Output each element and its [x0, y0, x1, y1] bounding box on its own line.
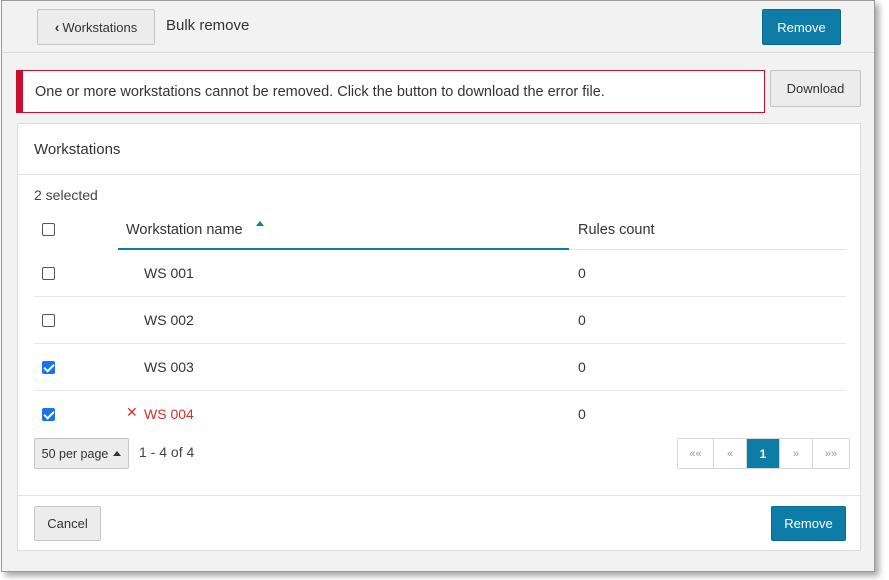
page-1-button[interactable]: 1: [747, 439, 780, 468]
table-row: WS 002 0: [34, 297, 846, 344]
pagination: «« « 1 » »»: [677, 438, 850, 469]
table-row: WS 003 0: [34, 344, 846, 391]
selected-count: 2 selected: [34, 187, 98, 203]
sort-ascending-icon: [256, 221, 264, 226]
row-checkbox[interactable]: [42, 267, 55, 280]
rules-count: 0: [578, 312, 586, 328]
next-page-button[interactable]: »: [780, 439, 813, 468]
cancel-button[interactable]: Cancel: [34, 506, 101, 541]
column-header-rules-count[interactable]: Rules count: [578, 222, 655, 238]
error-alert: One or more workstations cannot be remov…: [16, 70, 765, 113]
error-alert-message: One or more workstations cannot be remov…: [35, 83, 605, 100]
pagination-range: 1 - 4 of 4: [139, 444, 195, 460]
chevron-left-icon: ‹: [54, 18, 60, 35]
download-button[interactable]: Download: [770, 70, 861, 107]
previous-page-button[interactable]: «: [714, 439, 747, 468]
row-checkbox[interactable]: [42, 314, 55, 327]
footer-divider: [18, 495, 860, 496]
table-row: ✕ WS 004 0: [34, 391, 846, 438]
workstations-panel: Workstations 2 selected Workstation name…: [17, 123, 861, 551]
caret-up-icon: [113, 451, 122, 456]
workstation-name: WS 001: [144, 265, 194, 281]
workstation-name: WS 003: [144, 359, 194, 375]
remove-button-bottom[interactable]: Remove: [771, 506, 846, 541]
page-title: Bulk remove: [166, 17, 250, 34]
row-checkbox[interactable]: [42, 361, 55, 374]
last-page-button[interactable]: »»: [813, 439, 849, 468]
first-page-button[interactable]: ««: [678, 439, 714, 468]
remove-button-top[interactable]: Remove: [762, 9, 841, 45]
workstation-name: WS 004: [144, 406, 194, 422]
workstation-name: WS 002: [144, 312, 194, 328]
back-to-workstations-button[interactable]: ‹ Workstations: [37, 9, 155, 45]
rules-count: 0: [578, 265, 586, 281]
rules-count: 0: [578, 406, 586, 422]
per-page-dropdown[interactable]: 50 per page: [34, 438, 129, 469]
rules-count: 0: [578, 359, 586, 375]
bulk-remove-window: ‹ Workstations Bulk remove Remove One or…: [1, 0, 875, 572]
back-button-label: Workstations: [62, 19, 138, 35]
per-page-label: 50 per page: [41, 446, 109, 461]
error-x-icon: ✕: [126, 404, 138, 420]
panel-divider: [18, 174, 860, 175]
column-header-workstation-name[interactable]: Workstation name: [126, 222, 243, 238]
panel-title: Workstations: [34, 141, 121, 158]
table-row: WS 001 0: [34, 250, 846, 297]
select-all-checkbox[interactable]: [42, 223, 55, 236]
page-header: ‹ Workstations Bulk remove Remove: [2, 1, 874, 53]
row-checkbox[interactable]: [42, 408, 55, 421]
